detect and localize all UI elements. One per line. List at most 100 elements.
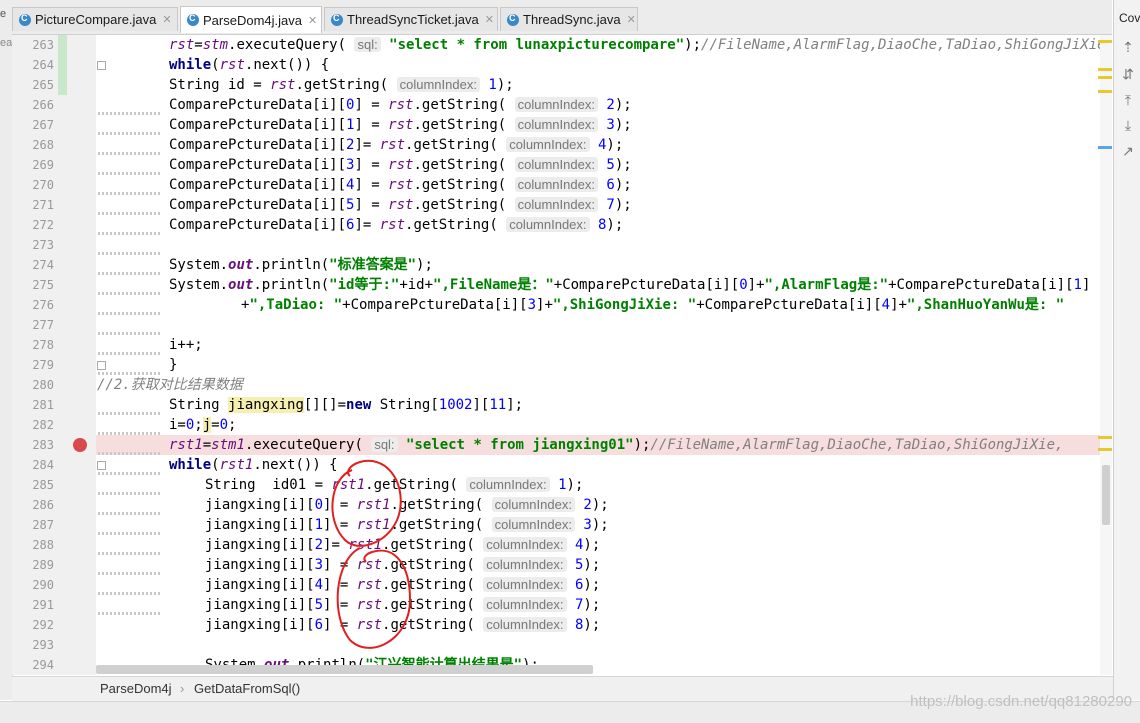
coverage-panel-label[interactable]: Cov [1119,11,1140,25]
close-icon[interactable]: ✕ [308,14,317,27]
breadcrumb-separator-icon: › [180,681,185,696]
code-line[interactable]: jiangxing[i][3] = rst.getString( columnI… [205,555,600,575]
line-number[interactable]: 268 [24,138,54,152]
breadcrumb-file[interactable]: ParseDom4j [100,681,172,696]
breadcrumb-method[interactable]: GetDataFromSql() [194,681,300,696]
line-number[interactable]: 292 [24,618,54,632]
code-line[interactable]: rst1=stm1.executeQuery( sql: "select * f… [169,435,1063,455]
code-line[interactable]: jiangxing[i][4] = rst.getString( columnI… [205,575,600,595]
code-line[interactable]: System.out.println("id等于:"+id+",FileName… [169,275,1090,295]
code-line[interactable]: ComparePctureData[i][0] = rst.getString(… [169,95,632,115]
error-stripe-mark[interactable] [1098,40,1112,43]
tab-label: ThreadSyncTicket.java [347,12,479,27]
open-in-icon[interactable]: ↗ [1121,144,1135,158]
code-line[interactable]: String jiangxing[][]=new String[1002][11… [169,395,523,415]
code-line[interactable]: } [169,355,177,375]
line-number[interactable]: 269 [24,158,54,172]
code-line[interactable]: jiangxing[i][1] = rst1.getString( column… [205,515,609,535]
line-number[interactable]: 279 [24,358,54,372]
export-icon[interactable]: ⤓ [1121,118,1135,132]
line-number[interactable]: 283 [24,438,54,452]
line-number[interactable]: 265 [24,78,54,92]
line-number[interactable]: 289 [24,558,54,572]
line-number[interactable]: 288 [24,538,54,552]
indent-guide [98,192,162,195]
error-stripe-mark[interactable] [1098,436,1112,439]
indent-guide [98,412,162,415]
code-line[interactable]: jiangxing[i][6] = rst.getString( columnI… [205,615,600,635]
line-number[interactable]: 293 [24,638,54,652]
error-stripe-mark[interactable] [1098,448,1112,451]
code-line[interactable]: ComparePctureData[i][3] = rst.getString(… [169,155,632,175]
line-number[interactable]: 274 [24,258,54,272]
code-line[interactable]: String id01 = rst1.getString( columnInde… [205,475,583,495]
line-number[interactable]: 276 [24,298,54,312]
indent-guide [98,512,162,515]
close-icon[interactable]: ✕ [162,13,171,26]
line-number[interactable]: 273 [24,238,54,252]
vertical-scrollbar[interactable] [1100,35,1112,675]
line-number[interactable]: 286 [24,498,54,512]
code-editor[interactable]: rst=stm.executeQuery( sql: "select * fro… [96,35,1112,675]
change-marker[interactable] [58,75,67,95]
line-number[interactable]: 270 [24,178,54,192]
line-number[interactable]: 264 [24,58,54,72]
tab-parsedom4j[interactable]: ParseDom4j.java ✕ [180,6,322,33]
code-line[interactable]: ComparePctureData[i][4] = rst.getString(… [169,175,632,195]
indent-guide [98,252,162,255]
line-number[interactable]: 285 [24,478,54,492]
code-line[interactable]: //2.获取对比结果数据 [97,375,243,395]
code-line[interactable]: jiangxing[i][5] = rst.getString( columnI… [205,595,600,615]
code-line[interactable]: rst=stm.executeQuery( sql: "select * fro… [169,35,1112,55]
line-number[interactable]: 291 [24,598,54,612]
line-number[interactable]: 282 [24,418,54,432]
arrow-up-icon[interactable]: ⇡ [1121,40,1135,54]
code-line[interactable]: ComparePctureData[i][2]= rst.getString( … [169,135,623,155]
error-stripe-mark[interactable] [1098,90,1112,93]
code-line[interactable]: ComparePctureData[i][1] = rst.getString(… [169,115,632,135]
code-line[interactable]: while(rst.next()) { [169,55,329,75]
line-number[interactable]: 294 [24,658,54,672]
error-stripe-mark[interactable] [1098,76,1112,79]
change-marker[interactable] [58,55,67,75]
line-number[interactable]: 267 [24,118,54,132]
code-line[interactable]: i=0;j=0; [169,415,236,435]
code-line[interactable]: ComparePctureData[i][6]= rst.getString( … [169,215,623,235]
line-number[interactable]: 287 [24,518,54,532]
tab-label: ParseDom4j.java [203,12,302,28]
error-stripe-mark[interactable] [1098,68,1112,71]
left-peek-text: e [0,8,7,20]
import-icon[interactable]: ⤒ [1121,93,1135,107]
line-number[interactable]: 281 [24,398,54,412]
code-line[interactable]: while(rst1.next()) { [169,455,338,475]
line-number[interactable]: 278 [24,338,54,352]
horizontal-scrollbar[interactable] [96,665,593,674]
line-number[interactable]: 284 [24,458,54,472]
line-number[interactable]: 277 [24,318,54,332]
code-line[interactable]: jiangxing[i][2]= rst1.getString( columnI… [205,535,600,555]
tab-threadsyncticket[interactable]: ThreadSyncTicket.java ✕ [324,7,498,31]
error-stripe-mark[interactable] [1098,146,1112,149]
close-icon[interactable]: ✕ [485,13,494,26]
code-line[interactable]: i++; [169,335,203,355]
right-tool-panel: Cov ⇡ ⇵ ⤒ ⤓ ↗ [1113,0,1140,700]
code-line[interactable]: jiangxing[i][0] = rst1.getString( column… [205,495,609,515]
expand-icon[interactable]: ⇵ [1121,67,1135,81]
line-number[interactable]: 275 [24,278,54,292]
line-number[interactable]: 263 [24,38,54,52]
line-number[interactable]: 271 [24,198,54,212]
breakpoint-icon[interactable] [73,438,87,452]
line-number[interactable]: 290 [24,578,54,592]
tab-picturecompare[interactable]: PictureCompare.java ✕ [12,7,178,31]
line-number[interactable]: 272 [24,218,54,232]
code-line[interactable]: System.out.println("标准答案是"); [169,255,433,275]
close-icon[interactable]: ✕ [627,13,636,26]
code-line[interactable]: String id = rst.getString( columnIndex: … [169,75,514,95]
scrollbar-thumb[interactable] [1102,465,1110,525]
code-line[interactable]: +",TaDiao: "+ComparePctureData[i][3]+",S… [241,295,1064,315]
tab-threadsync[interactable]: ThreadSync.java ✕ [500,7,638,31]
line-number[interactable]: 280 [24,378,54,392]
change-marker[interactable] [58,35,67,55]
code-line[interactable]: ComparePctureData[i][5] = rst.getString(… [169,195,632,215]
line-number[interactable]: 266 [24,98,54,112]
